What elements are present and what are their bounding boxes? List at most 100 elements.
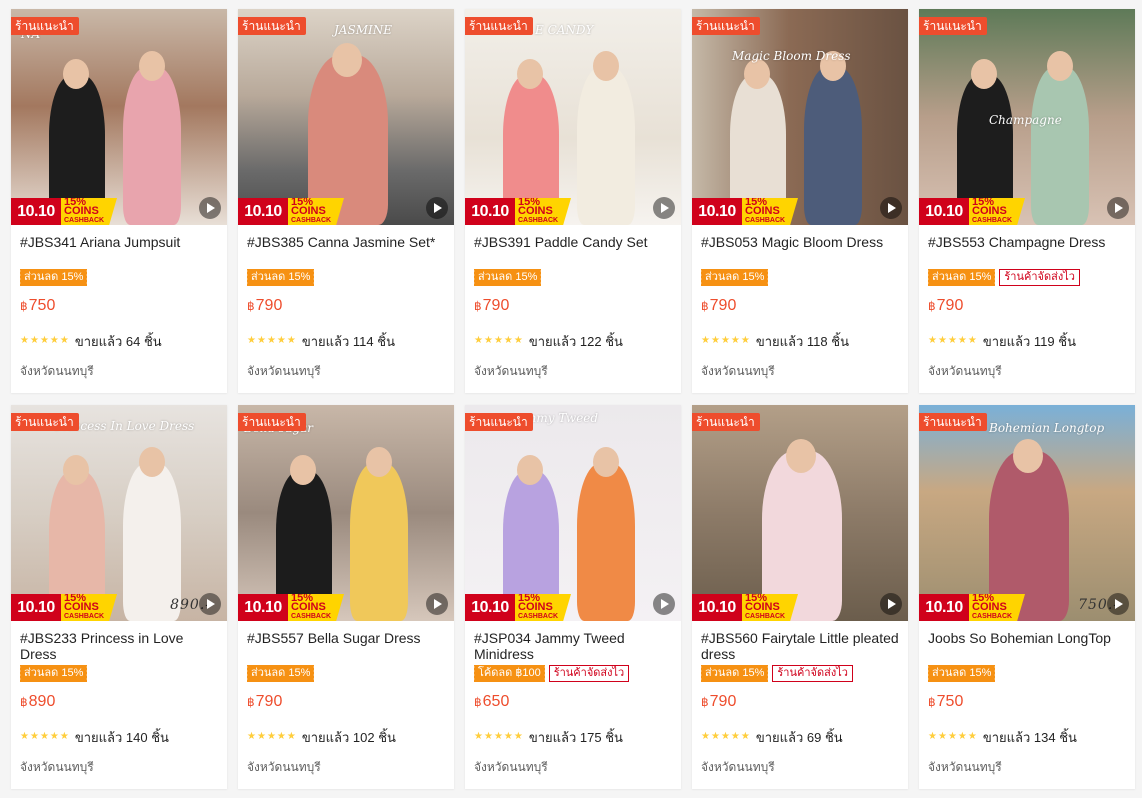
currency-symbol: ฿ (474, 299, 482, 313)
product-photo (465, 9, 681, 225)
campaign-date: 10.10 (919, 594, 969, 621)
campaign-date: 10.10 (11, 198, 61, 225)
product-image[interactable]: JASMINE ร้านแนะนำ 10.10 15% COINS CASHBA… (238, 9, 454, 225)
product-name[interactable]: #JBS233 Princess in Love Dress (20, 630, 218, 662)
product-card-8[interactable]: mmy Tweed ร้านแนะนำ 10.10 15% COINS CASH… (465, 405, 681, 789)
product-image[interactable]: Champagne ร้านแนะนำ 10.10 15% COINS CASH… (919, 9, 1135, 225)
product-tags: โค้ดลด ฿100 ร้านค้าจัดส่งไว (473, 665, 672, 682)
product-image[interactable]: E CANDY ร้านแนะนำ 10.10 15% COINS CASHBA… (465, 9, 681, 225)
product-grid: NA ร้านแนะนำ 10.10 15% COINS CASHBACK #J… (11, 9, 1135, 789)
campaign-banner: 10.10 15% COINS CASHBACK (919, 198, 1049, 225)
star-icon: ★ (730, 335, 740, 346)
play-video-icon[interactable] (199, 593, 221, 615)
product-name[interactable]: #JBS053 Magic Bloom Dress (701, 234, 899, 266)
play-video-icon[interactable] (1107, 197, 1129, 219)
play-video-icon[interactable] (426, 593, 448, 615)
play-video-icon[interactable] (653, 593, 675, 615)
campaign-banner: 10.10 15% COINS CASHBACK (692, 198, 822, 225)
product-card-10[interactable]: Bohemian Longtop ร้านแนะนำ 10.10 15% COI… (919, 405, 1135, 789)
star-icon: ★ (247, 731, 256, 742)
sold-count: ขายแล้ว 119 ชิ้น (982, 333, 1076, 349)
product-image[interactable]: Bella sugar ร้านแนะนำ 10.10 15% COINS CA… (238, 405, 454, 621)
star-icon: ★ (720, 335, 730, 346)
play-video-icon[interactable] (653, 197, 675, 219)
image-overlay-title: Champagne (989, 113, 1062, 127)
product-tags: ส่วนลด 15% (245, 269, 445, 286)
price-value: 650 (482, 693, 510, 710)
campaign-banner: 10.10 15% COINS CASHBACK (919, 594, 1049, 621)
play-video-icon[interactable] (426, 197, 448, 219)
recommended-badge: ร้านแนะนำ (238, 17, 306, 35)
star-icon: ★ (256, 335, 266, 346)
product-card-2[interactable]: JASMINE ร้านแนะนำ 10.10 15% COINS CASHBA… (238, 9, 454, 393)
product-name[interactable]: #JBS557 Bella Sugar Dress (247, 630, 445, 662)
product-card-7[interactable]: Bella sugar ร้านแนะนำ 10.10 15% COINS CA… (238, 405, 454, 789)
recommended-badge: ร้านแนะนำ (11, 17, 79, 35)
product-image[interactable]: ร้านแนะนำ 10.10 15% COINS CASHBACK (692, 405, 908, 621)
play-video-icon[interactable] (880, 593, 902, 615)
sold-count: ขายแล้ว 134 ชิ้น (982, 729, 1077, 745)
product-card-9[interactable]: ร้านแนะนำ 10.10 15% COINS CASHBACK #JBS5… (692, 405, 908, 789)
campaign-date: 10.10 (238, 594, 288, 621)
product-name[interactable]: #JBS341 Ariana Jumpsuit (20, 234, 218, 266)
star-icon: ★ (730, 731, 740, 742)
product-photo (919, 405, 1135, 621)
star-icon: ★ (947, 731, 957, 742)
product-price: ฿790 (474, 296, 672, 316)
product-name[interactable]: #JBS385 Canna Jasmine Set* (247, 234, 445, 266)
cashback-percent: 15% COINS (64, 196, 99, 217)
star-icon: ★ (483, 731, 493, 742)
cashback-label: CASHBACK (518, 613, 559, 620)
currency-symbol: ฿ (20, 299, 28, 313)
discount-tag: ส่วนลด 15% (245, 269, 315, 286)
discount-tag: โค้ดลด ฿100 (473, 665, 545, 682)
product-name[interactable]: #JBS560 Fairytale Little pleated dress (701, 630, 899, 662)
product-card-1[interactable]: NA ร้านแนะนำ 10.10 15% COINS CASHBACK #J… (11, 9, 227, 393)
product-tags: ส่วนลด 15% ร้านค้าจัดส่งไว (699, 665, 899, 682)
product-image[interactable]: Princess In Love Dress ร้านแนะนำ 10.10 1… (11, 405, 227, 621)
play-video-icon[interactable] (880, 197, 902, 219)
currency-symbol: ฿ (20, 695, 28, 709)
star-icon: ★ (740, 335, 750, 346)
product-image[interactable]: NA ร้านแนะนำ 10.10 15% COINS CASHBACK (11, 9, 227, 225)
sold-count: ขายแล้ว 122 ชิ้น (528, 333, 623, 349)
currency-symbol: ฿ (701, 299, 709, 313)
campaign-banner: 10.10 15% COINS CASHBACK (238, 594, 368, 621)
product-card-5[interactable]: Champagne ร้านแนะนำ 10.10 15% COINS CASH… (919, 9, 1135, 393)
star-icon: ★ (710, 731, 720, 742)
product-name[interactable]: #JSP034 Jammy Tweed Minidress (474, 630, 672, 662)
play-video-icon[interactable] (1107, 593, 1129, 615)
discount-tag: ส่วนลด 15% (926, 269, 996, 286)
cashback-percent: 15% COINS (518, 196, 553, 217)
price-value: 790 (255, 297, 283, 314)
discount-tag: ส่วนลด 15% (18, 665, 88, 682)
cashback-percent: 15% COINS (972, 592, 1007, 613)
product-name[interactable]: #JBS391 Paddle Candy Set (474, 234, 672, 266)
campaign-banner: 10.10 15% COINS CASHBACK (11, 198, 141, 225)
star-icon: ★ (276, 335, 286, 346)
image-overlay-title: Magic Bloom Dress (732, 49, 851, 63)
star-icon: ★ (957, 335, 967, 346)
product-card-6[interactable]: Princess In Love Dress ร้านแนะนำ 10.10 1… (11, 405, 227, 789)
product-price: ฿650 (474, 692, 672, 712)
product-card-4[interactable]: Magic Bloom Dress ร้านแนะนำ 10.10 15% CO… (692, 9, 908, 393)
campaign-date: 10.10 (465, 594, 515, 621)
product-image[interactable]: mmy Tweed ร้านแนะนำ 10.10 15% COINS CASH… (465, 405, 681, 621)
product-image[interactable]: Magic Bloom Dress ร้านแนะนำ 10.10 15% CO… (692, 9, 908, 225)
sold-count: ขายแล้ว 118 ชิ้น (755, 333, 849, 349)
product-photo (11, 9, 227, 225)
cashback-percent: 15% COINS (518, 592, 553, 613)
product-photo (238, 405, 454, 621)
currency-symbol: ฿ (701, 695, 709, 709)
product-card-3[interactable]: E CANDY ร้านแนะนำ 10.10 15% COINS CASHBA… (465, 9, 681, 393)
product-name[interactable]: Joobs So Bohemian LongTop (928, 630, 1126, 662)
star-icon: ★ (266, 335, 276, 346)
cashback-label: CASHBACK (972, 613, 1013, 620)
product-price: ฿790 (701, 296, 899, 316)
star-icon: ★ (256, 731, 266, 742)
product-image[interactable]: Bohemian Longtop ร้านแนะนำ 10.10 15% COI… (919, 405, 1135, 621)
product-tags: ส่วนลด 15% (699, 269, 899, 286)
product-name[interactable]: #JBS553 Champagne Dress (928, 234, 1126, 266)
rating-stars: ★ ★ ★ ★ ★ (474, 732, 523, 742)
play-video-icon[interactable] (199, 197, 221, 219)
